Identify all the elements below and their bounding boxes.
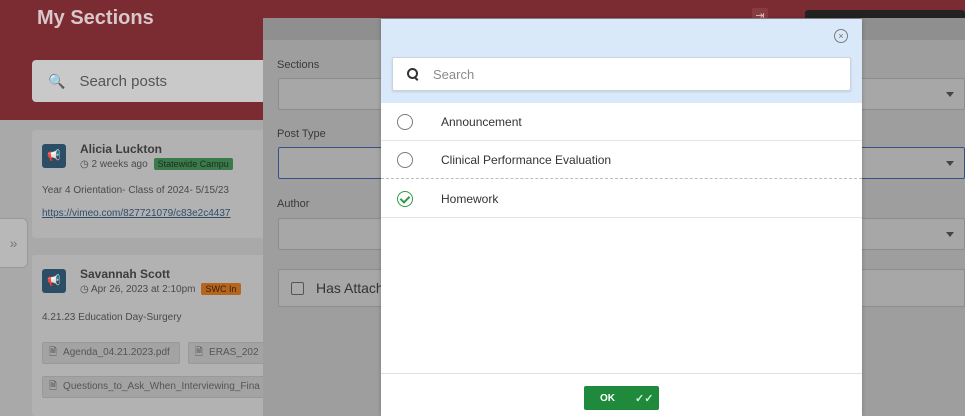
post-link[interactable]: https://vimeo.com/827721079/c83e2c4437 — [42, 208, 230, 219]
sidebar-expand-icon[interactable]: » — [0, 218, 28, 268]
post-type-modal: × Announcement Clinical Performance Eval… — [381, 19, 862, 416]
search-icon: 🔍 — [48, 72, 66, 89]
post-text: Year 4 Orientation- Class of 2024- 5/15/… — [42, 185, 229, 196]
page-title: My Sections — [37, 7, 154, 29]
option-announcement[interactable]: Announcement — [381, 103, 862, 141]
attachment-name: Agenda_04.21.2023.pdf — [63, 347, 170, 358]
post-meta: ◷ 2 weeks ago Statewide Campu — [80, 158, 233, 170]
post-card[interactable]: 📢 Alicia Luckton ◷ 2 weeks ago Statewide … — [32, 130, 272, 238]
attachment-name: Questions_to_Ask_When_Interviewing_Fina — [63, 381, 260, 392]
attachment-name: ERAS_202 — [209, 347, 259, 358]
post-meta: ◷ Apr 26, 2023 at 2:10pm SWC In — [80, 283, 241, 295]
post-author: Alicia Luckton — [80, 142, 163, 156]
attachment-chip[interactable]: 🗎 ERAS_202 — [188, 342, 272, 364]
post-card[interactable]: 📢 Savannah Scott ◷ Apr 26, 2023 at 2:10p… — [32, 255, 272, 416]
option-clinical-performance-evaluation[interactable]: Clinical Performance Evaluation — [381, 141, 862, 179]
chevron-down-icon — [946, 232, 954, 237]
radio-unchecked-icon[interactable] — [397, 152, 413, 168]
clock-icon: ◷ — [80, 159, 92, 170]
post-author: Savannah Scott — [80, 267, 171, 281]
check-circle-icon[interactable] — [397, 191, 413, 207]
option-label: Announcement — [441, 115, 522, 129]
chevron-down-icon — [946, 161, 954, 166]
attachment-chip[interactable]: 🗎 Questions_to_Ask_When_Interviewing_Fina — [42, 376, 272, 398]
ok-button[interactable]: OK ✓✓ — [584, 386, 659, 410]
attachment-chip[interactable]: 🗎 Agenda_04.21.2023.pdf — [42, 342, 180, 364]
ok-label: OK — [600, 392, 615, 404]
has-attachments-checkbox[interactable] — [291, 282, 304, 295]
double-check-icon: ✓✓ — [635, 392, 654, 405]
option-label: Clinical Performance Evaluation — [441, 153, 612, 167]
author-label: Author — [277, 198, 310, 210]
radio-unchecked-icon[interactable] — [397, 114, 413, 130]
clock-icon: ◷ — [80, 284, 91, 295]
chevron-down-icon — [946, 92, 954, 97]
post-text: 4.21.23 Education Day-Surgery — [42, 312, 182, 323]
modal-footer: OK ✓✓ — [381, 373, 862, 416]
sections-label: Sections — [277, 59, 320, 71]
search-icon — [407, 68, 419, 80]
document-icon: 🗎 — [49, 381, 58, 392]
option-homework[interactable]: Homework — [381, 180, 862, 218]
post-time: Apr 26, 2023 at 2:10pm — [90, 284, 196, 295]
modal-search-box[interactable] — [392, 57, 851, 91]
post-time: 2 weeks ago — [91, 159, 148, 170]
megaphone-icon: 📢 — [42, 269, 66, 293]
option-label: Homework — [441, 192, 499, 206]
document-icon: 🗎 — [195, 347, 204, 358]
megaphone-icon: 📢 — [42, 144, 66, 168]
posts-search-placeholder: Search posts — [79, 72, 167, 90]
close-icon[interactable]: × — [834, 29, 848, 43]
has-attachments-label: Has Attachr — [316, 280, 389, 296]
campus-badge: Statewide Campu — [153, 158, 233, 170]
post-type-label: Post Type — [277, 128, 326, 140]
modal-header: × — [381, 19, 862, 103]
modal-search-input[interactable] — [433, 66, 833, 82]
document-icon: 🗎 — [49, 347, 58, 358]
campus-badge: SWC In — [201, 283, 241, 295]
posts-search-input[interactable]: 🔍 Search posts — [32, 60, 272, 102]
